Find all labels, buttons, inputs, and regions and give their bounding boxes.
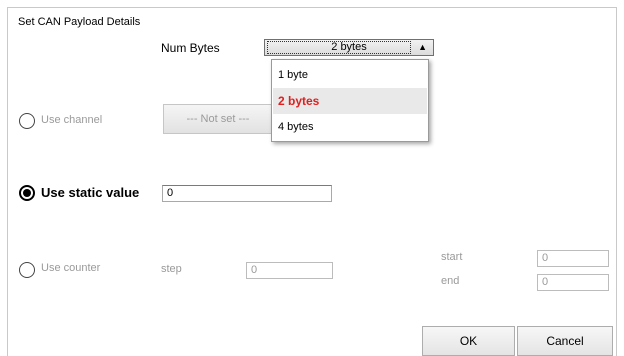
use-channel-label[interactable]: Use channel [41, 114, 102, 126]
step-label: step [161, 263, 182, 275]
start-label: start [441, 251, 463, 263]
channel-select-button[interactable]: --- Not set --- [163, 104, 273, 134]
use-static-value-label[interactable]: Use static value [41, 185, 139, 200]
num-bytes-dropdown-list: 1 byte 2 bytes 4 bytes [271, 59, 429, 142]
cancel-button[interactable]: Cancel [517, 326, 613, 356]
num-bytes-select[interactable]: 2 bytes ▲︎ [264, 39, 434, 56]
dialog-title: Set CAN Payload Details [18, 16, 141, 28]
end-input[interactable]: 0 [537, 274, 609, 291]
use-counter-radio[interactable] [19, 262, 35, 278]
use-static-value-radio[interactable] [19, 185, 35, 201]
set-can-payload-dialog: Set CAN Payload Details Num Bytes 2 byte… [7, 7, 617, 356]
option-1-byte[interactable]: 1 byte [273, 62, 427, 88]
start-input[interactable]: 0 [537, 250, 609, 267]
updown-arrow-icon: ▲︎ [418, 42, 427, 52]
num-bytes-label: Num Bytes [161, 41, 220, 55]
static-value-input[interactable]: 0 [162, 185, 332, 202]
radio-selected-dot [23, 189, 31, 197]
ok-button[interactable]: OK [422, 326, 515, 356]
step-input[interactable]: 0 [246, 262, 333, 279]
use-channel-radio[interactable] [19, 113, 35, 129]
end-label: end [441, 275, 460, 287]
option-2-bytes[interactable]: 2 bytes [273, 88, 427, 114]
use-counter-label[interactable]: Use counter [41, 262, 100, 274]
num-bytes-selected-value: 2 bytes [331, 41, 367, 53]
option-4-bytes[interactable]: 4 bytes [273, 114, 427, 140]
